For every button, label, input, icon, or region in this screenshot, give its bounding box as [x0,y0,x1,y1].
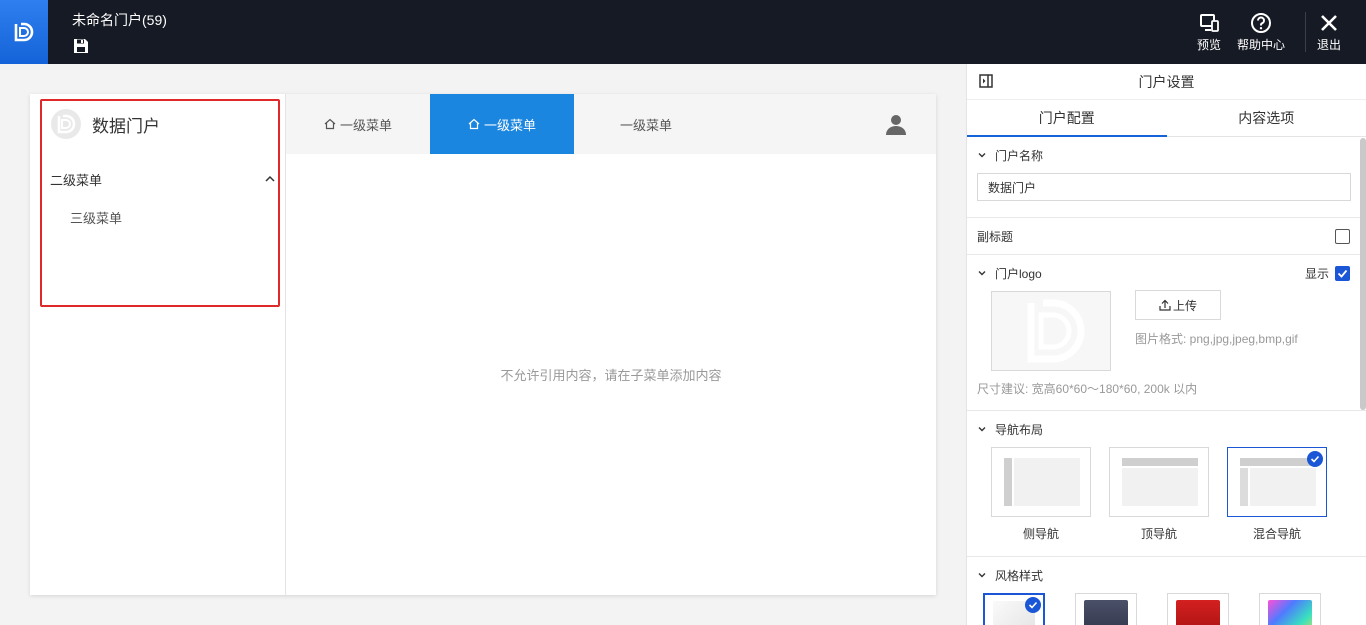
style-option-red[interactable] [1167,593,1229,625]
close-icon [1321,15,1337,31]
empty-content-message: 不允许引用内容，请在子菜单添加内容 [500,368,722,383]
layout-option-mixed[interactable]: 混合导航 [1227,447,1327,542]
portal-logo-icon [1027,299,1085,363]
section-label: 门户名称 [995,148,1044,163]
exit-button[interactable]: 退出 [1317,10,1341,53]
portal-header: 数据门户 [30,94,285,154]
nav-item-2[interactable]: 一级菜单 [430,94,574,154]
nav-item-label: 一级菜单 [483,117,536,133]
chevron-down-icon[interactable] [977,268,987,278]
app-title: 未命名门户(59) [72,12,167,28]
section-label: 门户logo [995,266,1042,281]
style-section-title[interactable]: 风格样式 [977,557,1350,593]
nav-layout-section-title[interactable]: 导航布局 [977,411,1350,447]
nav-item-1[interactable]: 一级菜单 [286,94,430,154]
panel-scrollbar[interactable] [1360,138,1366,410]
layout-thumbnail [991,447,1091,517]
portal-sidebar: 数据门户 二级菜单 三级菜单 [30,94,286,595]
upload-icon [1159,299,1171,311]
divider [1305,12,1306,52]
style-section: 风格样式 [967,557,1366,625]
portal-preview: 数据门户 二级菜单 三级菜单 一级菜单 一级菜单 一级菜单 不允许引用内容，请在… [30,94,936,595]
portal-name: 数据门户 [92,116,160,136]
portal-logo-icon [51,109,81,139]
tab-content-options[interactable]: 内容选项 [1167,100,1366,136]
image-format-hint: 图片格式: png,jpg,jpeg,bmp,gif [1135,332,1298,346]
home-icon [324,118,336,130]
collapse-panel-icon[interactable] [979,74,993,88]
home-icon [468,118,480,130]
sidebar-item-level3[interactable]: 三级菜单 [30,204,285,234]
monitor-icon [1200,14,1219,32]
nav-item-3[interactable]: 一级菜单 [574,94,718,154]
panel-header: 门户设置 [967,64,1366,100]
logo-icon [14,22,34,42]
settings-panel: 门户设置 门户配置 内容选项 门户名称 副标题 门户logo [966,64,1366,625]
selected-check-icon [1307,451,1323,467]
section-label: 导航布局 [995,422,1044,437]
style-option-colorful[interactable] [1259,593,1321,625]
layout-thumbnail [1109,447,1209,517]
logo-section-title: 门户logo 显示 [977,255,1350,291]
portal-name-section-title[interactable]: 门户名称 [977,137,1350,173]
help-icon [1251,13,1271,33]
exit-label: 退出 [1317,38,1342,52]
panel-title: 门户设置 [1138,73,1195,90]
sidebar-item-label: 二级菜单 [50,172,103,188]
panel-tabs: 门户配置 内容选项 [967,100,1366,137]
logo-section: 门户logo 显示 上传 图片格式: png,jpg,jpeg,bmp,gif … [967,255,1366,411]
layout-label: 混合导航 [1252,527,1301,541]
section-label: 风格样式 [995,568,1044,583]
app-logo[interactable] [0,0,48,64]
selected-check-icon [1025,597,1041,613]
sidebar-item-label: 三级菜单 [70,211,123,226]
chevron-down-icon [978,573,986,578]
style-swatch [1268,600,1312,625]
style-swatch [1176,600,1220,625]
layout-label: 侧导航 [1022,527,1059,541]
top-bar: 未命名门户(59) 预览 帮助中心 退出 [0,0,1366,64]
preview-button[interactable]: 预览 [1197,10,1221,53]
upload-label: 上传 [1172,298,1197,313]
show-logo-checkbox[interactable] [1335,265,1350,281]
nav-item-label: 一级菜单 [619,117,672,133]
style-option-dark[interactable] [1075,593,1137,625]
nav-layout-section: 导航布局 侧导航 顶导航 混合导航 [967,411,1366,557]
layout-label: 顶导航 [1140,527,1177,541]
nav-layout-options: 侧导航 顶导航 混合导航 [977,447,1350,542]
layout-option-side[interactable]: 侧导航 [991,447,1091,542]
layout-thumbnail [1227,447,1327,517]
logo-preview [991,291,1111,371]
tab-portal-config[interactable]: 门户配置 [967,100,1167,137]
preview-label: 预览 [1197,38,1222,52]
subtitle-checkbox[interactable] [1335,228,1350,244]
chevron-up-icon [265,175,275,182]
layout-option-top[interactable]: 顶导航 [1109,447,1209,542]
check-icon [1337,269,1348,278]
subtitle-section: 副标题 [967,218,1366,255]
sidebar-item-level2[interactable]: 二级菜单 [30,154,285,204]
show-logo-label: 显示 [1304,266,1329,281]
style-options [977,593,1350,625]
portal-name-section: 门户名称 [967,137,1366,218]
portal-name-input[interactable] [977,173,1351,201]
subtitle-label: 副标题 [977,229,1014,244]
help-center-button[interactable]: 帮助中心 [1237,10,1285,53]
help-center-label: 帮助中心 [1237,38,1286,52]
save-icon[interactable] [72,37,90,55]
image-size-hint: 尺寸建议: 宽高60*60～180*60, 200k 以内 [977,382,1198,396]
user-icon[interactable] [884,112,908,136]
style-swatch [1084,600,1128,625]
chevron-down-icon [978,153,986,158]
upload-button[interactable]: 上传 [1135,290,1221,320]
nav-item-label: 一级菜单 [339,117,392,133]
style-option-light[interactable] [983,593,1045,625]
portal-top-nav: 一级菜单 一级菜单 一级菜单 [286,94,936,154]
chevron-down-icon [978,427,986,432]
